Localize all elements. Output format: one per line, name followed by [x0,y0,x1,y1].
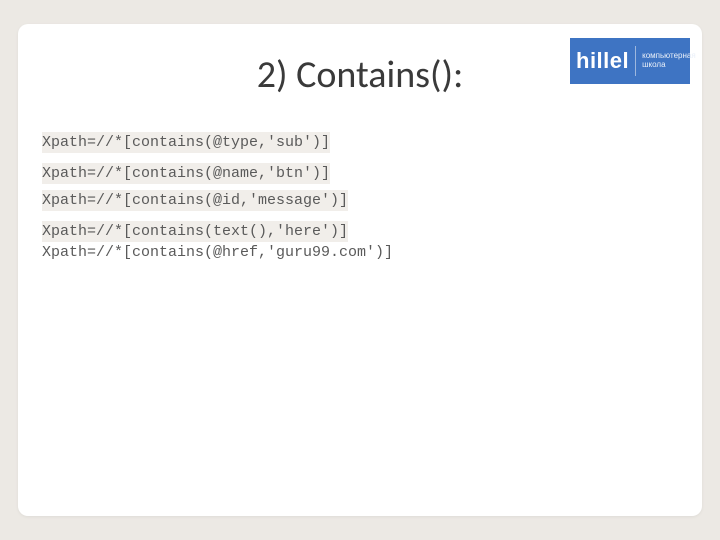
code-line: Xpath=//*[contains(text(),'here')] [42,221,348,242]
logo-brand: hillel [576,48,629,74]
code-line: Xpath=//*[contains(@name,'btn')] [42,163,330,184]
code-block: Xpath=//*[contains(@type,'sub')] Xpath=/… [42,132,678,263]
logo-separator-icon [635,46,636,76]
code-line: Xpath=//*[contains(@href,'guru99.com')] [42,242,393,263]
code-line: Xpath=//*[contains(@type,'sub')] [42,132,330,153]
logo-subtext: компьютерная школа [642,52,696,70]
logo-badge: hillel компьютерная школа [570,38,690,84]
code-line: Xpath=//*[contains(@id,'message')] [42,190,348,211]
slide: 2) Contains(): hillel компьютерная школа… [18,24,702,516]
